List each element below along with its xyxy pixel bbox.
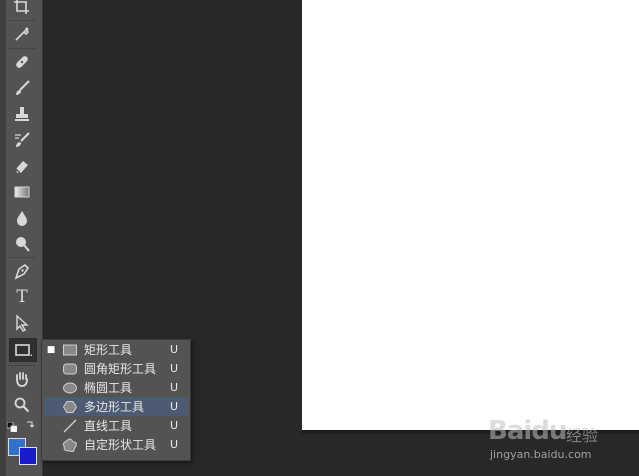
eyedropper-icon[interactable]	[9, 23, 35, 45]
crop-icon[interactable]	[9, 0, 35, 18]
menu-item-label: 直线工具	[84, 419, 133, 433]
menu-item-shortcut: U	[170, 419, 179, 432]
menu-item-shortcut: U	[170, 438, 179, 451]
brush-icon[interactable]	[9, 77, 35, 99]
type-icon[interactable]: T	[9, 286, 35, 308]
menu-item-shortcut: U	[170, 381, 179, 394]
watermark-url: jingyan.baidu.com	[490, 448, 592, 461]
divider	[8, 20, 36, 21]
rounded-rectangle-icon	[58, 361, 82, 377]
current-tool-bullet: ■	[46, 344, 56, 355]
custom-shape-icon	[58, 437, 82, 453]
document-canvas[interactable]	[302, 0, 639, 430]
rectangle-tool-icon[interactable]	[9, 338, 37, 362]
watermark-logo: Baidu	[488, 416, 567, 446]
divider	[8, 48, 36, 49]
menu-item-label: 多边形工具	[84, 400, 145, 414]
hand-icon[interactable]	[9, 368, 35, 390]
menu-item-rectangle-tool[interactable]: ■ 矩形工具 U	[44, 340, 188, 359]
shape-tool-flyout: ■ 矩形工具 U 圆角矩形工具 U 椭圆工具 U 多边形工具 U 直线工具 U …	[41, 339, 191, 461]
menu-item-line-tool[interactable]: 直线工具 U	[44, 416, 188, 435]
baidu-jingyan-watermark: Baidu 经验 jingyan.baidu.com	[488, 404, 638, 474]
menu-item-label: 自定形状工具	[84, 438, 157, 452]
menu-item-label: 矩形工具	[84, 343, 133, 357]
divider	[8, 257, 36, 258]
menu-item-polygon-tool[interactable]: 多边形工具 U	[44, 397, 188, 416]
healing-brush-icon[interactable]	[9, 51, 35, 73]
swap-colors-icon[interactable]	[25, 421, 35, 431]
rectangle-icon	[58, 342, 82, 358]
menu-item-ellipse-tool[interactable]: 椭圆工具 U	[44, 378, 188, 397]
history-brush-icon[interactable]	[9, 129, 35, 151]
type-glyph: T	[16, 287, 28, 307]
background-color-swatch[interactable]	[19, 447, 37, 465]
menu-item-shortcut: U	[170, 343, 179, 356]
menu-item-custom-shape-tool[interactable]: 自定形状工具 U	[44, 435, 188, 454]
default-colors-icon[interactable]	[7, 422, 17, 432]
menu-item-shortcut: U	[170, 400, 179, 413]
divider	[8, 365, 36, 366]
dodge-icon[interactable]	[9, 233, 35, 255]
panel-edge	[0, 0, 6, 476]
pen-icon[interactable]	[9, 260, 35, 282]
zoom-icon[interactable]	[9, 394, 35, 416]
blur-icon[interactable]	[9, 207, 35, 229]
clone-stamp-icon[interactable]	[9, 103, 35, 125]
ellipse-icon	[58, 380, 82, 396]
watermark-brand: 经验	[566, 426, 599, 445]
menu-item-label: 圆角矩形工具	[84, 362, 157, 376]
tools-panel: T	[0, 0, 43, 476]
polygon-icon	[58, 399, 82, 415]
eraser-icon[interactable]	[9, 155, 35, 177]
path-selection-icon[interactable]	[9, 312, 35, 334]
menu-item-rounded-rectangle-tool[interactable]: 圆角矩形工具 U	[44, 359, 188, 378]
line-icon	[58, 418, 82, 434]
gradient-icon[interactable]	[9, 181, 35, 203]
menu-item-label: 椭圆工具	[84, 381, 133, 395]
menu-item-shortcut: U	[170, 362, 179, 375]
